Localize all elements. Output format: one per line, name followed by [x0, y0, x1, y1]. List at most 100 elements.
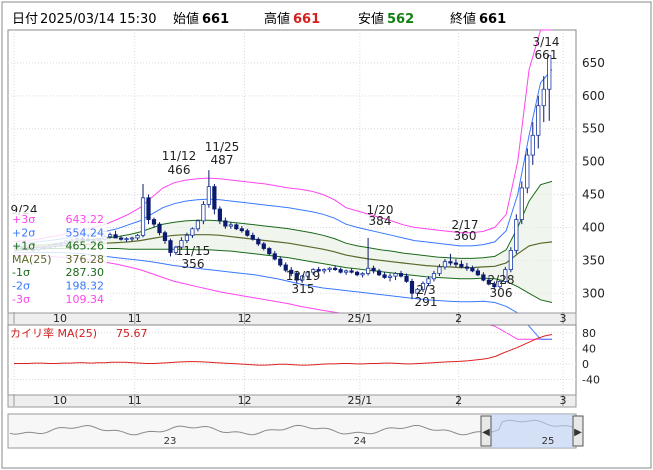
- legend-value: 198.32: [66, 280, 105, 293]
- annotation-value: 360: [454, 229, 477, 243]
- deviation-value: 75.67: [116, 327, 148, 340]
- annotation-value: 661: [535, 48, 558, 62]
- candle: [201, 201, 206, 225]
- month-label: 10: [53, 312, 67, 325]
- navigator-year-23: 23: [164, 436, 177, 447]
- candle-body: [409, 281, 415, 294]
- candle-body: [250, 234, 255, 240]
- annotation-date: 3/14: [533, 35, 560, 49]
- navigator-year-24: 24: [354, 436, 367, 447]
- candle-body: [508, 250, 513, 270]
- date-value: 2025/03/14 15:30: [40, 12, 157, 27]
- candle-body: [107, 234, 113, 238]
- deviation-tick-label: 40: [582, 342, 596, 355]
- month-label: 10: [53, 394, 67, 407]
- annotation-date: 11/15: [176, 244, 211, 258]
- legend-value: 109.34: [66, 293, 105, 306]
- legend-label: +1σ: [12, 240, 35, 253]
- candle-body: [223, 220, 228, 227]
- candle-body: [536, 105, 541, 136]
- candle-body: [151, 219, 157, 225]
- month-label: 11: [128, 394, 142, 407]
- candle-body: [360, 273, 365, 276]
- annotation-value: 466: [168, 163, 191, 177]
- candle: [234, 223, 239, 231]
- annotation-date: 2/28: [488, 273, 515, 287]
- legend-label: -3σ: [12, 293, 30, 306]
- legend-value: 376.28: [66, 253, 105, 266]
- candle-body: [217, 208, 222, 222]
- close-label: 終値: [450, 11, 476, 27]
- annotation-date: 11/12: [162, 149, 197, 163]
- candle: [514, 214, 519, 254]
- price-tick-label: 550: [582, 122, 605, 136]
- candle-body: [376, 270, 382, 276]
- price-tick-label: 400: [582, 220, 605, 234]
- candle-body: [431, 273, 437, 280]
- candle-body: [195, 220, 201, 230]
- candle-body: [355, 271, 360, 276]
- candle-body: [333, 267, 338, 270]
- candle-body: [272, 253, 277, 260]
- candle-body: [135, 234, 140, 239]
- price-tick-label: 350: [582, 253, 605, 267]
- month-label: 11: [128, 312, 142, 325]
- candle: [508, 247, 513, 273]
- candle-body: [140, 197, 146, 236]
- candle-body: [365, 267, 371, 274]
- candle-body: [113, 234, 118, 239]
- candle-body: [525, 154, 530, 189]
- legend-label: -1σ: [12, 266, 30, 279]
- price-tick-label: 650: [582, 56, 605, 70]
- price-tick-label: 500: [582, 155, 605, 169]
- candle: [146, 194, 151, 225]
- navigator-right-arrow[interactable]: ▶: [574, 427, 582, 438]
- main-month-strip: [7, 312, 577, 326]
- candle-body: [256, 238, 261, 245]
- candle-body: [206, 186, 211, 205]
- low-label: 安値: [358, 11, 384, 27]
- candle-body: [459, 263, 464, 268]
- legend-value: 287.30: [66, 266, 105, 279]
- candle-body: [234, 224, 239, 230]
- candle-body: [168, 240, 173, 253]
- legend-label: MA(25): [12, 253, 52, 266]
- price-tick-label: 450: [582, 188, 605, 202]
- candle-body: [398, 273, 404, 277]
- candle-body: [387, 275, 393, 278]
- legend-label: -2σ: [12, 280, 30, 293]
- date-label: 日付: [12, 12, 38, 27]
- candle-body: [162, 232, 168, 242]
- candle: [519, 181, 524, 225]
- annotation-value: 384: [369, 214, 392, 228]
- candle-body: [261, 243, 266, 249]
- open-label: 始値: [173, 11, 199, 27]
- candle-body: [228, 224, 233, 227]
- month-label: 12: [238, 394, 252, 407]
- close-value: 661: [479, 12, 506, 27]
- month-label: 2: [455, 312, 462, 325]
- high-label: 高値: [264, 11, 290, 27]
- candle-body: [344, 270, 349, 273]
- candle-body: [327, 267, 332, 270]
- legend-value: 554.24: [66, 226, 105, 239]
- price-tick-label: 600: [582, 89, 605, 103]
- candle: [525, 148, 530, 194]
- candle-body: [404, 275, 409, 282]
- navigator-year-25: 25: [542, 436, 555, 447]
- annotation-value: 306: [490, 286, 513, 300]
- navigator-selection[interactable]: [491, 414, 573, 448]
- bollinger-legend: +3σ 643.22 +2σ 554.24 +1σ 465.26 MA(25) 376.28 -…: [9, 212, 107, 310]
- candle-body: [245, 230, 250, 236]
- candle-body: [514, 219, 519, 251]
- candle: [267, 247, 272, 256]
- candle-body: [278, 258, 283, 266]
- deviation-tick-label: 80: [582, 327, 596, 340]
- range-navigator[interactable]: ◀ ▶ 23 24 25: [7, 413, 584, 449]
- navigator-left-arrow[interactable]: ◀: [482, 427, 490, 438]
- month-label: 2: [455, 394, 462, 407]
- low-value: 562: [387, 12, 414, 27]
- stock-chart-widget: 日付 2025/03/14 15:30 始値 661 高値 661 安値 562…: [0, 0, 653, 470]
- sub-month-strip: [7, 394, 577, 408]
- candle-body: [475, 270, 480, 276]
